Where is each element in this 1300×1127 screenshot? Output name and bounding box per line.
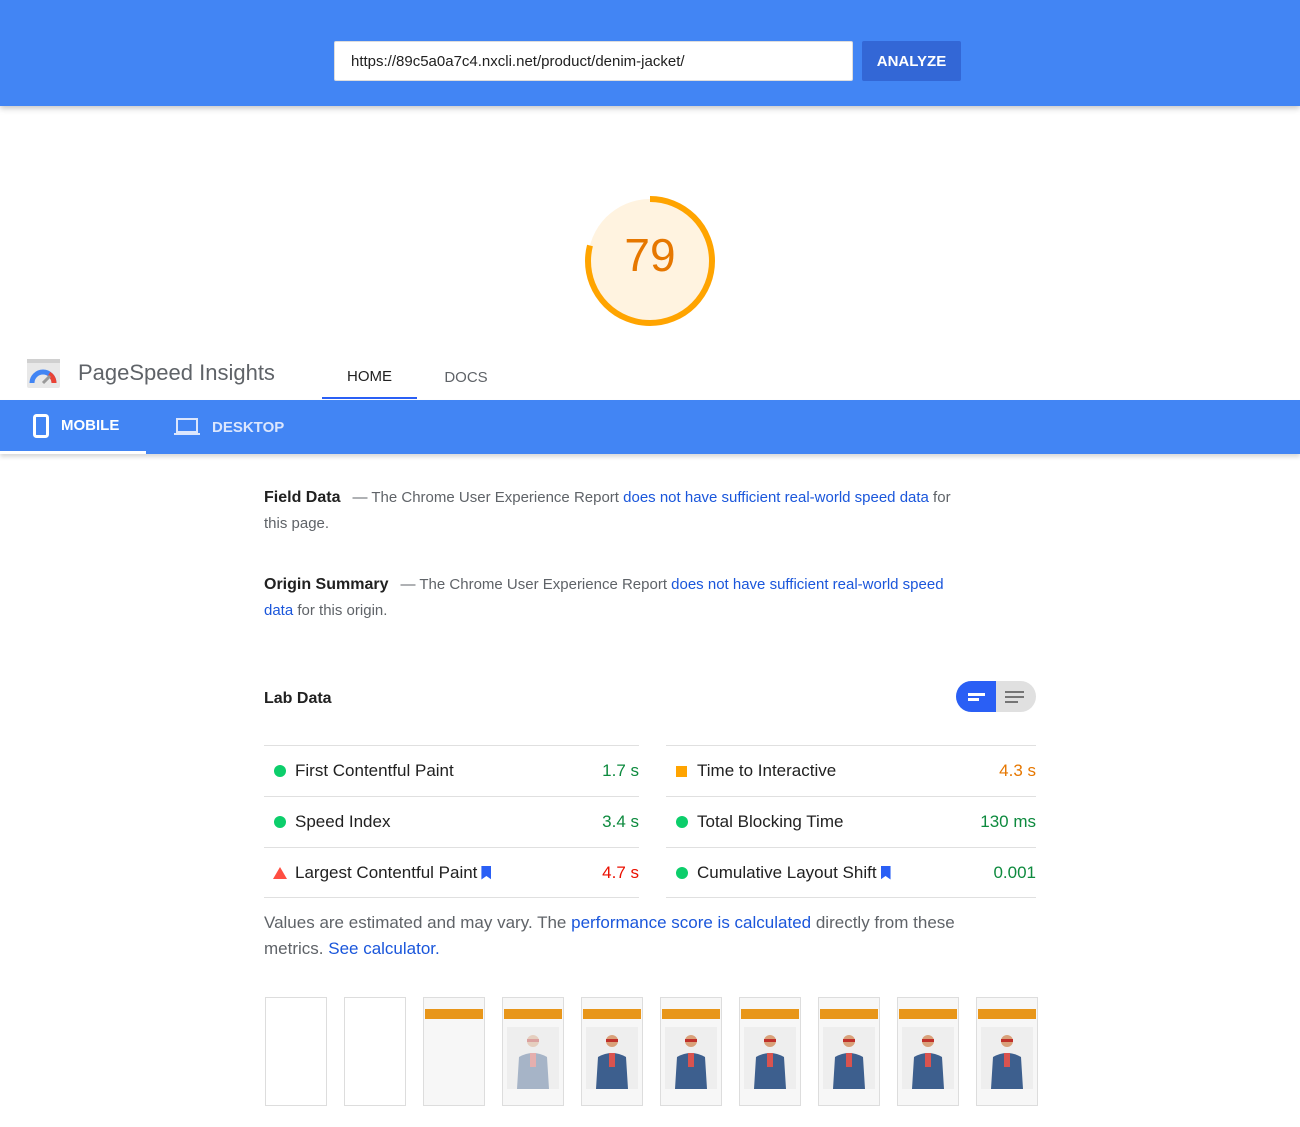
analyze-button[interactable]: ANALYZE [862, 41, 961, 81]
tab-docs[interactable]: DOCS [430, 355, 502, 399]
metric-value: 1.7 s [602, 761, 639, 780]
origin-summary-heading: Origin Summary [264, 576, 389, 593]
metric-name: Cumulative Layout Shift [697, 862, 877, 882]
filmstrip-frame [660, 997, 722, 1106]
metric-value: 130 ms [980, 812, 1036, 831]
metrics-right-column: Time to Interactive 4.3 s Total Blocking T… [666, 745, 1036, 898]
metric-status-icon [666, 866, 697, 879]
green-circle-icon [273, 816, 286, 828]
tab-desktop-label: DESKTOP [212, 418, 285, 436]
compact-view-button[interactable] [956, 681, 996, 712]
device-tabs: MOBILE DESKTOP [0, 400, 1300, 454]
green-circle-icon [273, 765, 286, 777]
metric-row: Total Blocking Time 130 ms [666, 796, 1036, 847]
metric-name: Largest Contentful Paint [295, 862, 478, 882]
app-header: PageSpeed Insights HOME DOCS [0, 355, 1300, 400]
performance-score: 79 [624, 229, 676, 281]
metric-name: First Contentful Paint [295, 761, 454, 780]
laptop-icon [174, 418, 200, 435]
metric-name: Speed Index [295, 812, 391, 831]
origin-summary-section: Origin Summary — The Chrome User Experien… [264, 572, 964, 624]
search-bar: https://89c5a0a7c4.nxcli.net/product/den… [0, 0, 1300, 106]
metric-status-icon [264, 866, 295, 879]
tab-mobile[interactable]: MOBILE [0, 400, 146, 454]
filmstrip-frame [502, 997, 564, 1106]
metric-row: Cumulative Layout Shift 0.001 [666, 847, 1036, 898]
metrics-left-column: First Contentful Paint 1.7 s Speed Index 3.… [264, 745, 639, 898]
metric-value: 4.7 s [602, 862, 639, 882]
see-calculator-link[interactable]: See calculator. [328, 939, 440, 958]
metrics-view-toggle[interactable] [956, 681, 1036, 712]
orange-square-icon [676, 765, 687, 777]
metric-status-icon [264, 765, 295, 777]
field-data-heading: Field Data [264, 489, 341, 506]
filmstrip-frame [265, 997, 327, 1106]
note-text: Values are estimated and may vary. The [264, 913, 572, 932]
metric-value: 4.3 s [999, 761, 1036, 780]
metric-status-icon [666, 816, 697, 828]
red-triangle-icon [272, 866, 287, 879]
green-circle-icon [675, 816, 688, 828]
url-input[interactable]: https://89c5a0a7c4.nxcli.net/product/den… [334, 41, 853, 81]
metric-value: 0.001 [993, 862, 1036, 882]
filmstrip-frame [423, 997, 485, 1106]
expanded-list-icon[interactable] [996, 681, 1036, 712]
estimate-note: Values are estimated and may vary. The p… [264, 910, 984, 962]
metric-name: Time to Interactive [697, 761, 837, 780]
field-data-link[interactable]: does not have sufficient real-world spee… [623, 489, 929, 506]
metric-status-icon [666, 765, 697, 777]
field-data-text: — The Chrome User Experience Report [352, 489, 624, 506]
app-title: PageSpeed Insights [78, 360, 275, 385]
metric-row: Largest Contentful Paint 4.7 s [264, 847, 639, 898]
score-calculated-link[interactable]: performance score is calculated [571, 913, 811, 932]
field-data-section: Field Data — The Chrome User Experience R… [264, 485, 964, 537]
metric-row: First Contentful Paint 1.7 s [264, 745, 639, 796]
bookmark-icon[interactable] [880, 865, 891, 880]
compact-list-icon [968, 693, 985, 701]
green-circle-icon [675, 866, 688, 879]
filmstrip-frame [344, 997, 406, 1106]
filmstrip-frame [818, 997, 880, 1106]
filmstrip-frame [976, 997, 1038, 1106]
tab-mobile-label: MOBILE [61, 417, 120, 434]
filmstrip-frame [897, 997, 959, 1106]
tab-desktop[interactable]: DESKTOP [174, 400, 284, 454]
bookmark-icon[interactable] [481, 865, 492, 880]
lab-data-heading: Lab Data [264, 690, 332, 707]
smartphone-icon [33, 413, 49, 438]
origin-summary-text-end: for this origin. [293, 602, 388, 619]
metric-name: Total Blocking Time [697, 812, 844, 831]
origin-summary-text: — The Chrome User Experience Report [400, 576, 672, 593]
metric-status-icon [264, 816, 295, 828]
metric-row: Time to Interactive 4.3 s [666, 745, 1036, 796]
metric-row: Speed Index 3.4 s [264, 796, 639, 847]
metric-value: 3.4 s [602, 812, 639, 831]
pagespeed-logo-icon [27, 359, 60, 388]
filmstrip-frame [739, 997, 801, 1106]
tab-home[interactable]: HOME [322, 355, 417, 399]
filmstrip-frame [581, 997, 643, 1106]
